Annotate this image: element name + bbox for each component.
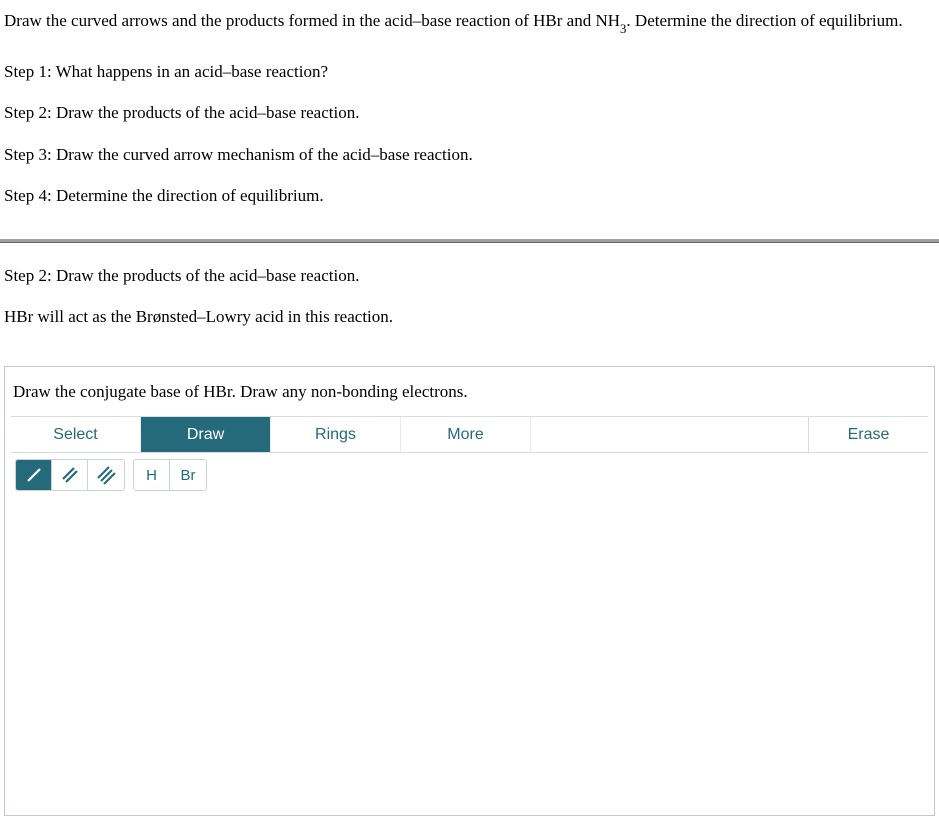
step-3: Step 3: Draw the curved arrow mechanism … bbox=[4, 142, 935, 168]
single-bond-tool[interactable] bbox=[16, 460, 52, 490]
tab-draw[interactable]: Draw bbox=[141, 417, 271, 452]
drawing-canvas[interactable] bbox=[11, 495, 928, 815]
question-intro: Draw the curved arrows and the products … bbox=[4, 8, 935, 37]
nh3-subscript: 3 bbox=[620, 22, 626, 36]
single-bond-icon bbox=[24, 465, 44, 485]
double-bond-tool[interactable] bbox=[52, 460, 88, 490]
element-br-label: Br bbox=[181, 467, 196, 484]
step-2: Step 2: Draw the products of the acid–ba… bbox=[4, 100, 935, 126]
tab-select[interactable]: Select bbox=[11, 417, 141, 452]
intro-text-b: . Determine the direction of equilibrium… bbox=[626, 11, 902, 30]
tab-rings-label: Rings bbox=[315, 426, 356, 444]
section-b-hint: HBr will act as the Brønsted–Lowry acid … bbox=[4, 304, 935, 330]
step-4: Step 4: Determine the direction of equil… bbox=[4, 183, 935, 209]
element-h-button[interactable]: H bbox=[134, 460, 170, 490]
intro-text-a: Draw the curved arrows and the products … bbox=[4, 11, 620, 30]
tab-spacer bbox=[531, 417, 808, 452]
editor-tabs: Select Draw Rings More Erase bbox=[11, 416, 928, 453]
tab-erase-label: Erase bbox=[848, 426, 890, 444]
tab-erase[interactable]: Erase bbox=[808, 417, 928, 452]
section-b-heading: Step 2: Draw the products of the acid–ba… bbox=[4, 263, 935, 289]
triple-bond-icon bbox=[96, 465, 116, 485]
tab-draw-label: Draw bbox=[187, 426, 224, 444]
triple-bond-tool[interactable] bbox=[88, 460, 124, 490]
editor-instruction: Draw the conjugate base of HBr. Draw any… bbox=[11, 373, 928, 417]
element-h-label: H bbox=[146, 467, 157, 484]
double-bond-icon bbox=[60, 465, 80, 485]
tab-more-label: More bbox=[447, 426, 483, 444]
drawing-editor: Draw the conjugate base of HBr. Draw any… bbox=[4, 366, 935, 817]
subtool-row: H Br bbox=[11, 453, 928, 495]
element-group: H Br bbox=[133, 459, 207, 491]
tab-select-label: Select bbox=[53, 426, 97, 444]
step-1: Step 1: What happens in an acid–base rea… bbox=[4, 59, 935, 85]
tab-more[interactable]: More bbox=[401, 417, 531, 452]
bond-tool-group bbox=[15, 459, 125, 491]
element-br-button[interactable]: Br bbox=[170, 460, 206, 490]
tab-rings[interactable]: Rings bbox=[271, 417, 401, 452]
